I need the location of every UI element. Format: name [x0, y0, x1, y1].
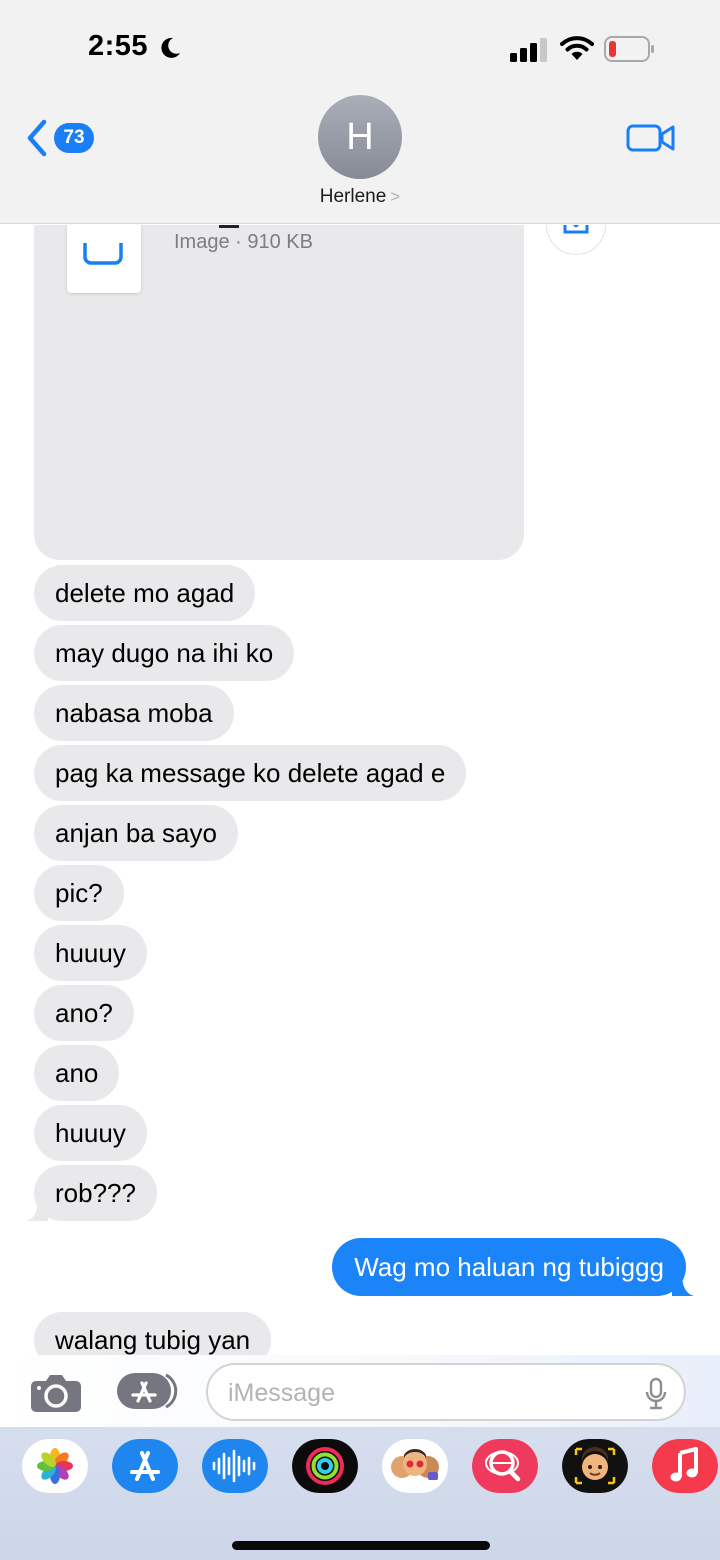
message-text: pag ka message ko delete agad e — [55, 758, 446, 788]
battery-low-icon — [604, 36, 654, 62]
received-message[interactable]: rob??? — [26, 1165, 157, 1221]
file-thumbnail — [67, 225, 141, 293]
app-store-icon[interactable] — [116, 1371, 178, 1411]
received-message[interactable]: walang tubig yan — [34, 1312, 272, 1355]
signal-icon — [510, 38, 547, 62]
received-message[interactable]: pag ka message ko delete agad e — [34, 745, 467, 801]
received-message[interactable]: ano? — [34, 985, 134, 1041]
status-bar: 2:55 — [0, 0, 720, 90]
message-input[interactable] — [228, 1375, 628, 1411]
message-text: huuuy — [55, 1118, 126, 1148]
moon-icon — [161, 37, 180, 58]
contact-avatar[interactable]: H — [318, 95, 402, 179]
bubble-tail — [26, 1199, 48, 1221]
video-camera-icon[interactable] — [626, 122, 676, 154]
contact-name-button[interactable]: Herlene > — [0, 186, 720, 208]
message-text: ano — [55, 1058, 99, 1088]
file-attachment-bubble[interactable]: Image · 910 KB — [34, 225, 524, 560]
status-time: 2:55 — [88, 30, 149, 62]
contact-name: Herlene — [319, 186, 387, 207]
received-message[interactable]: huuuy — [34, 925, 147, 981]
received-message[interactable]: ano — [34, 1045, 120, 1101]
received-message[interactable]: delete mo agad — [34, 565, 256, 621]
music-app-icon[interactable] — [652, 1439, 718, 1493]
message-text: Wag mo haluan ng tubiggg — [354, 1252, 664, 1282]
chevron-right-icon: > — [390, 187, 401, 206]
compose-bar — [0, 1355, 720, 1427]
message-text: huuuy — [55, 938, 126, 968]
conversation-header: 73 H Herlene > — [0, 90, 720, 224]
received-message[interactable]: pic? — [34, 865, 124, 921]
message-text: ano? — [55, 998, 113, 1028]
received-message[interactable]: anjan ba sayo — [34, 805, 238, 861]
home-indicator[interactable] — [232, 1541, 490, 1550]
document-copy-icon — [83, 243, 123, 265]
message-list[interactable]: Image · 910 KB delete mo agad may dugo n… — [0, 225, 720, 1355]
app-drawer — [0, 1427, 720, 1560]
bubble-tail — [672, 1274, 694, 1296]
save-attachment-button[interactable] — [546, 225, 606, 255]
message-text: delete mo agad — [55, 578, 235, 608]
memoji-stickers-app-icon[interactable] — [382, 1439, 448, 1493]
photos-app-icon[interactable] — [22, 1439, 88, 1493]
back-button[interactable]: 73 — [24, 118, 94, 158]
message-field[interactable] — [206, 1363, 686, 1421]
message-text: nabasa moba — [55, 698, 213, 728]
received-message[interactable]: nabasa moba — [34, 685, 234, 741]
wifi-icon — [560, 36, 594, 60]
memoji-app-icon[interactable] — [562, 1439, 628, 1493]
file-name-fragment — [219, 225, 239, 228]
message-text: anjan ba sayo — [55, 818, 217, 848]
message-text: walang tubig yan — [55, 1325, 251, 1355]
microphone-icon[interactable] — [644, 1377, 668, 1411]
message-text: pic? — [55, 878, 103, 908]
app-store-app-icon[interactable] — [112, 1439, 178, 1493]
chevron-left-icon — [27, 119, 47, 157]
message-text: may dugo na ihi ko — [55, 638, 274, 668]
web-search-app-icon[interactable] — [472, 1439, 538, 1493]
audio-message-app-icon[interactable] — [202, 1439, 268, 1493]
unread-count-badge: 73 — [54, 123, 94, 153]
received-message[interactable]: huuuy — [34, 1105, 147, 1161]
camera-icon[interactable] — [30, 1373, 82, 1413]
received-message[interactable]: may dugo na ihi ko — [34, 625, 295, 681]
save-download-icon — [563, 225, 589, 234]
file-meta: Image · 910 KB — [174, 231, 313, 253]
sent-message[interactable]: Wag mo haluan ng tubiggg — [332, 1238, 694, 1296]
activity-app-icon[interactable] — [292, 1439, 358, 1493]
message-text: rob??? — [55, 1178, 136, 1208]
